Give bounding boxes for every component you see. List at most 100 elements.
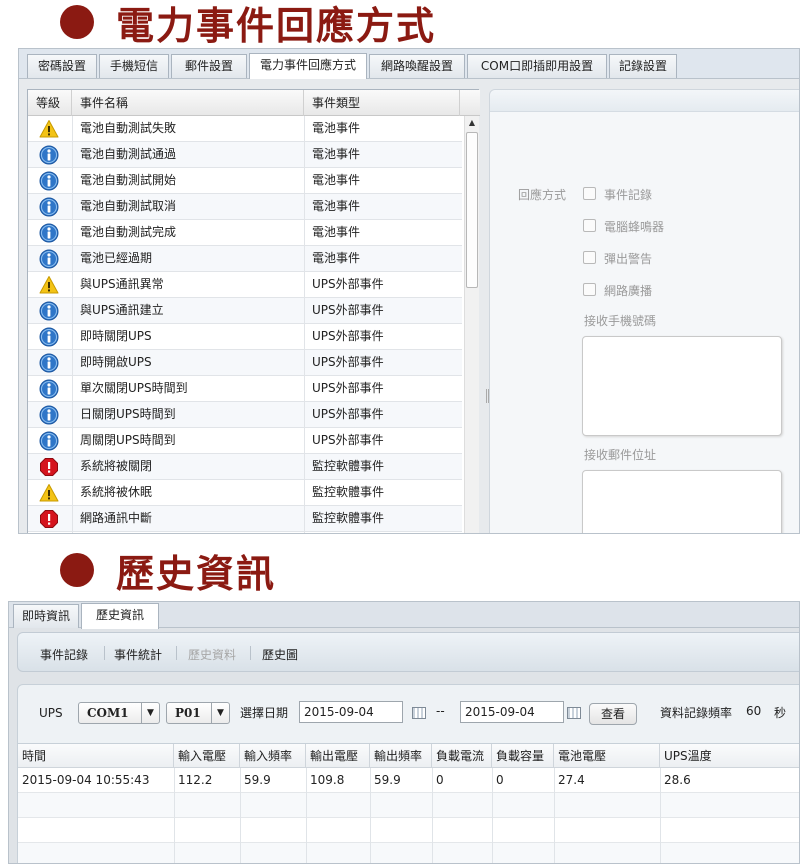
history-cell: 59.9	[244, 773, 271, 787]
scroll-thumb[interactable]	[466, 132, 478, 288]
error-icon	[39, 457, 59, 477]
header-output-voltage[interactable]: 輸出電壓	[306, 744, 370, 768]
event-list-scrollbar[interactable]: ▲	[464, 116, 479, 533]
settings-tab-bar: 密碼設置 手機短信 郵件設置 電力事件回應方式 網路喚醒設置 COM口即插即用設…	[19, 49, 799, 79]
subtab-history-chart[interactable]: 歷史圖	[262, 646, 298, 663]
event-row[interactable]: 即時關閉UPS UPS外部事件	[28, 324, 462, 350]
event-row[interactable]: 與UPS通訊異常 UPS外部事件	[28, 272, 462, 298]
header-output-frequency[interactable]: 輸出頻率	[370, 744, 432, 768]
event-list: 等級 事件名稱 事件類型 電池自動測試失敗 電池事件 電池自動測試通過 電池事件 電池自…	[27, 89, 480, 533]
event-row[interactable]: 電池自動測試完成 電池事件	[28, 220, 462, 246]
subtab-event-log[interactable]: 事件記錄	[40, 646, 88, 663]
tab-com-plug-and-play[interactable]: COM口即插即用設置	[467, 54, 607, 78]
tab-sms[interactable]: 手機短信	[99, 54, 169, 78]
date-range-separator: --	[436, 704, 445, 718]
history-cell: 112.2	[178, 773, 213, 787]
event-name: 周關閉UPS時間到	[80, 433, 176, 447]
tab-password-settings[interactable]: 密碼設置	[27, 54, 97, 78]
chevron-down-icon: ▼	[211, 703, 229, 723]
option-pc-buzzer-label: 電腦蜂鳴器	[604, 220, 665, 234]
checkbox-pc-buzzer[interactable]	[583, 219, 596, 232]
event-name: 單次關閉UPS時間到	[80, 381, 188, 395]
event-row[interactable]: 周關閉UPS時間到 UPS外部事件	[28, 428, 462, 454]
event-type: 電池事件	[312, 225, 361, 239]
checkbox-event-log[interactable]	[583, 187, 596, 200]
tab-wake-on-lan[interactable]: 網路喚醒設置	[369, 54, 465, 78]
record-rate-unit: 秒	[774, 706, 787, 720]
event-name: 即時關閉UPS	[80, 329, 152, 343]
event-type: UPS外部事件	[312, 355, 384, 369]
info-icon	[39, 197, 59, 217]
event-row[interactable]: 網路通訊中斷 監控軟體事件	[28, 506, 462, 532]
event-row[interactable]: 電池自動測試失敗 電池事件	[28, 116, 462, 142]
event-type: UPS外部事件	[312, 303, 384, 317]
event-type: UPS外部事件	[312, 329, 384, 343]
event-name: 系統將被關閉	[80, 459, 153, 473]
event-row[interactable]: 系統將被關閉 監控軟體事件	[28, 454, 462, 480]
header-input-voltage[interactable]: 輸入電壓	[174, 744, 240, 768]
info-icon	[39, 223, 59, 243]
event-name: 日關閉UPS時間到	[80, 407, 176, 421]
event-row[interactable]: 與UPS通訊建立 UPS外部事件	[28, 298, 462, 324]
event-name: 與UPS通訊建立	[80, 303, 164, 317]
error-icon	[39, 509, 59, 529]
history-cell: 0	[436, 773, 444, 787]
header-battery-voltage[interactable]: 電池電壓	[554, 744, 660, 768]
checkbox-popup-warning[interactable]	[583, 251, 596, 264]
history-panel: 即時資訊 歷史資訊 事件記錄 事件統計 歷史資料 歷史圖 UPS COM1 ▼ …	[8, 601, 800, 864]
event-row[interactable]: 電池已經過期 電池事件	[28, 246, 462, 272]
event-type: UPS外部事件	[312, 407, 384, 421]
event-name: 即時開啟UPS	[80, 355, 152, 369]
header-event-name[interactable]: 事件名稱	[72, 90, 304, 116]
header-event-type[interactable]: 事件類型	[304, 90, 460, 116]
subtab-history-data[interactable]: 歷史資料	[188, 646, 236, 663]
date-from-input[interactable]: 2015-09-04	[299, 701, 403, 723]
event-row[interactable]: 單次關閉UPS時間到 UPS外部事件	[28, 376, 462, 402]
phone-number-input[interactable]	[582, 336, 782, 436]
bullet-dot-icon	[60, 553, 94, 587]
header-load-capacity[interactable]: 負載容量	[492, 744, 554, 768]
calendar-icon[interactable]	[567, 707, 581, 719]
tab-log-settings[interactable]: 記錄設置	[609, 54, 677, 78]
event-row[interactable]: 電池自動測試取消 電池事件	[28, 194, 462, 220]
event-type: 電池事件	[312, 173, 361, 187]
event-row[interactable]: 即時開啟UPS UPS外部事件	[28, 350, 462, 376]
date-to-input[interactable]: 2015-09-04	[460, 701, 564, 723]
email-address-input[interactable]	[582, 470, 782, 533]
subtab-event-stats[interactable]: 事件統計	[114, 646, 162, 663]
event-row[interactable]: 系統將被休眠 監控軟體事件	[28, 480, 462, 506]
event-name: 電池已經過期	[80, 251, 153, 265]
com-port-value: COM1	[87, 706, 129, 720]
tab-power-event-response[interactable]: 電力事件回應方式	[249, 53, 367, 79]
event-row[interactable]: 電池自動測試通過 電池事件	[28, 142, 462, 168]
event-row[interactable]: 電池自動測試開始 電池事件	[28, 168, 462, 194]
query-button[interactable]: 查看	[589, 703, 637, 725]
warning-icon	[39, 483, 59, 503]
event-type: 電池事件	[312, 121, 361, 135]
scroll-up-arrow-icon[interactable]: ▲	[465, 116, 479, 130]
event-type: UPS外部事件	[312, 433, 384, 447]
event-type: 監控軟體事件	[312, 511, 385, 525]
checkbox-network-broadcast[interactable]	[583, 283, 596, 296]
history-row[interactable]	[18, 843, 799, 863]
event-row[interactable]: 日關閉UPS時間到 UPS外部事件	[28, 402, 462, 428]
header-time[interactable]: 時間	[18, 744, 174, 768]
history-row[interactable]: 2015-09-04 10:55:43 112.2 59.9 109.8 59.9 0 0 2…	[18, 768, 799, 793]
calendar-icon[interactable]	[412, 707, 426, 719]
header-input-frequency[interactable]: 輸入頻率	[240, 744, 306, 768]
tab-history-info[interactable]: 歷史資訊	[81, 603, 159, 629]
header-ups-temperature[interactable]: UPS溫度	[660, 744, 799, 768]
warning-icon	[39, 275, 59, 295]
history-row[interactable]	[18, 818, 799, 843]
header-load-current[interactable]: 負載電流	[432, 744, 492, 768]
event-name: 電池自動測試取消	[80, 199, 177, 213]
ups-id-select[interactable]: P01 ▼	[166, 702, 230, 724]
history-subtab-bar: 事件記錄 事件統計 歷史資料 歷史圖	[17, 632, 799, 672]
history-row[interactable]	[18, 793, 799, 818]
select-date-label: 選擇日期	[240, 706, 289, 720]
event-name: 電池自動測試失敗	[80, 121, 177, 135]
tab-email-settings[interactable]: 郵件設置	[171, 54, 247, 78]
com-port-select[interactable]: COM1 ▼	[78, 702, 160, 724]
tab-realtime-info[interactable]: 即時資訊	[13, 604, 79, 628]
header-level[interactable]: 等級	[28, 90, 72, 116]
